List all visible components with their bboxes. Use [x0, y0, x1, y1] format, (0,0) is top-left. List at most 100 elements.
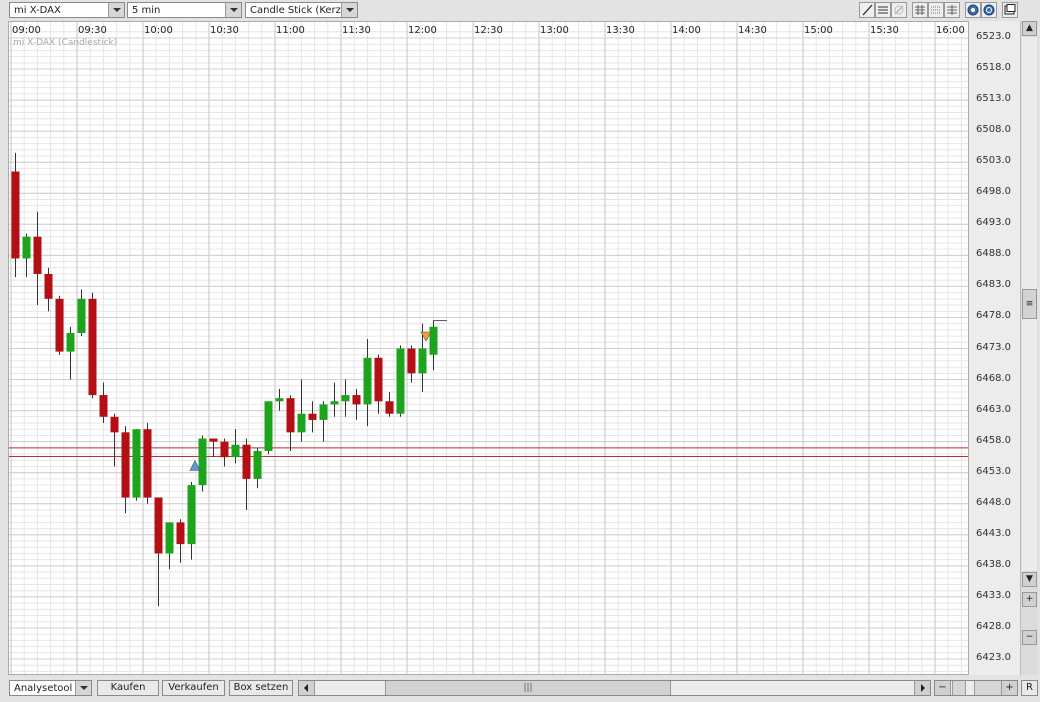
- time-label: 11:00: [276, 25, 305, 36]
- chevron-down-icon[interactable]: [75, 681, 91, 695]
- candle-up: [66, 332, 75, 352]
- scroll-down-icon[interactable]: ▼: [1022, 572, 1037, 587]
- candle-down: [385, 401, 394, 414]
- price-label: 6473.0: [976, 341, 1011, 353]
- time-label: 14:00: [672, 25, 701, 36]
- price-label: 6483.0: [976, 279, 1011, 291]
- candle-down: [88, 298, 97, 396]
- candle-up: [198, 438, 207, 486]
- columns-icon[interactable]: [944, 2, 960, 18]
- candle-up: [132, 429, 141, 498]
- scroll-left-icon[interactable]: [299, 681, 315, 695]
- candle-up: [330, 401, 339, 405]
- set-box-button[interactable]: Box setzen: [229, 680, 293, 696]
- vertical-zoom-in-button[interactable]: +: [1022, 592, 1037, 607]
- sell-button[interactable]: Verkaufen: [162, 680, 225, 696]
- zoom-in-button[interactable]: +: [1001, 681, 1017, 695]
- buy-button[interactable]: Kaufen: [97, 680, 159, 696]
- chart-area[interactable]: 09:00 09:30 10:00 10:30 11:00 11:30 12:00 12:30…: [8, 21, 969, 675]
- candle-down: [110, 416, 119, 433]
- price-label: 6478.0: [976, 310, 1011, 322]
- candle-up: [363, 357, 372, 405]
- draw-line-icon[interactable]: [859, 2, 875, 18]
- zoom-slider-track-segment: [974, 681, 1002, 695]
- price-label: 6458.0: [976, 434, 1011, 446]
- scroll-right-icon[interactable]: [914, 681, 930, 695]
- candle-up: [319, 404, 328, 420]
- price-label: 6508.0: [976, 124, 1011, 136]
- price-label: 6428.0: [976, 620, 1011, 632]
- candle-down: [308, 413, 317, 420]
- reset-button[interactable]: R: [1021, 680, 1038, 696]
- time-label: 09:00: [12, 25, 41, 36]
- analysis-tool-value: Analysetool: [14, 683, 73, 694]
- time-label: 15:30: [870, 25, 899, 36]
- candle-up: [396, 348, 405, 414]
- price-label: 6438.0: [976, 558, 1011, 570]
- time-label: 09:30: [78, 25, 107, 36]
- chart-type-select[interactable]: Candle Stick (Kerzen): [245, 2, 358, 18]
- price-axis: 6523.0 6518.0 6513.0 6508.0 6503.0 6498.0 6493…: [969, 21, 1020, 675]
- candle-up: [187, 485, 196, 545]
- time-label: 10:30: [210, 25, 239, 36]
- time-label: 10:00: [144, 25, 173, 36]
- price-label: 6503.0: [976, 155, 1011, 167]
- chart-toolbar: mi X-DAX 5 min Candle Stick (Kerzen): [0, 0, 1040, 21]
- candle-up: [275, 398, 284, 402]
- candle-down: [352, 395, 361, 405]
- time-label: 11:30: [342, 25, 371, 36]
- chevron-down-icon[interactable]: [225, 3, 241, 17]
- vertical-scrollbar[interactable]: ▲ ≡ ▼ + −: [1020, 21, 1038, 675]
- candle-down: [407, 348, 416, 374]
- vertical-scroll-thumb[interactable]: ≡: [1022, 289, 1037, 319]
- price-label: 6453.0: [976, 465, 1011, 477]
- zoom-out-button[interactable]: −: [935, 681, 951, 695]
- grid-icon[interactable]: [912, 2, 928, 18]
- candle-down: [99, 395, 108, 417]
- time-label: 15:00: [804, 25, 833, 36]
- chevron-down-icon[interactable]: [341, 3, 357, 17]
- candle-up: [77, 298, 86, 333]
- zoom-slider[interactable]: − +: [934, 680, 1018, 696]
- horizontal-scrollbar[interactable]: |||: [298, 680, 931, 696]
- time-label: 12:00: [408, 25, 437, 36]
- chart-title: mi X-DAX (Candlestick): [13, 38, 117, 48]
- chevron-down-icon[interactable]: [108, 3, 124, 17]
- candle-down: [11, 171, 20, 259]
- interval-select[interactable]: 5 min: [127, 2, 242, 18]
- instrument-select[interactable]: mi X-DAX: [9, 2, 125, 18]
- time-label: 14:30: [738, 25, 767, 36]
- time-label: 16:00: [936, 25, 965, 36]
- price-label: 6443.0: [976, 527, 1011, 539]
- interval-value: 5 min: [132, 5, 161, 16]
- price-label: 6513.0: [976, 93, 1011, 105]
- zoom-slider-thumb[interactable]: [952, 681, 966, 695]
- maximize-icon[interactable]: [1002, 2, 1018, 18]
- candle-down: [154, 497, 163, 554]
- instrument-value: mi X-DAX: [14, 5, 61, 16]
- candle-down: [33, 236, 42, 274]
- horizontal-lines-icon[interactable]: [875, 2, 891, 18]
- candle-up: [253, 450, 262, 479]
- price-label: 6448.0: [976, 496, 1011, 508]
- dotted-grid-icon[interactable]: [928, 2, 944, 18]
- candlestick-chart[interactable]: 09:00 09:30 10:00 10:30 11:00 11:30 12:00 12:30…: [9, 22, 968, 674]
- candle-up: [429, 326, 438, 355]
- zoom-in-icon[interactable]: [965, 2, 981, 18]
- price-label: 6468.0: [976, 372, 1011, 384]
- price-label: 6493.0: [976, 217, 1011, 229]
- horizontal-scroll-thumb[interactable]: |||: [385, 681, 671, 695]
- price-label: 6423.0: [976, 652, 1011, 663]
- candle-up: [264, 401, 273, 451]
- chart-type-value: Candle Stick (Kerzen): [250, 5, 342, 16]
- eraser-icon[interactable]: [891, 2, 907, 18]
- candle-down: [220, 441, 229, 458]
- zoom-out-icon[interactable]: [981, 2, 997, 18]
- candle-up: [341, 395, 350, 402]
- analysis-tool-select[interactable]: Analysetool: [9, 680, 92, 696]
- scroll-up-icon[interactable]: ▲: [1022, 21, 1037, 36]
- time-label: 13:00: [540, 25, 569, 36]
- vertical-zoom-out-button[interactable]: −: [1022, 630, 1037, 645]
- bottom-toolbar: Analysetool Kaufen Verkaufen Box setzen …: [0, 676, 1040, 702]
- candle-down: [286, 398, 295, 433]
